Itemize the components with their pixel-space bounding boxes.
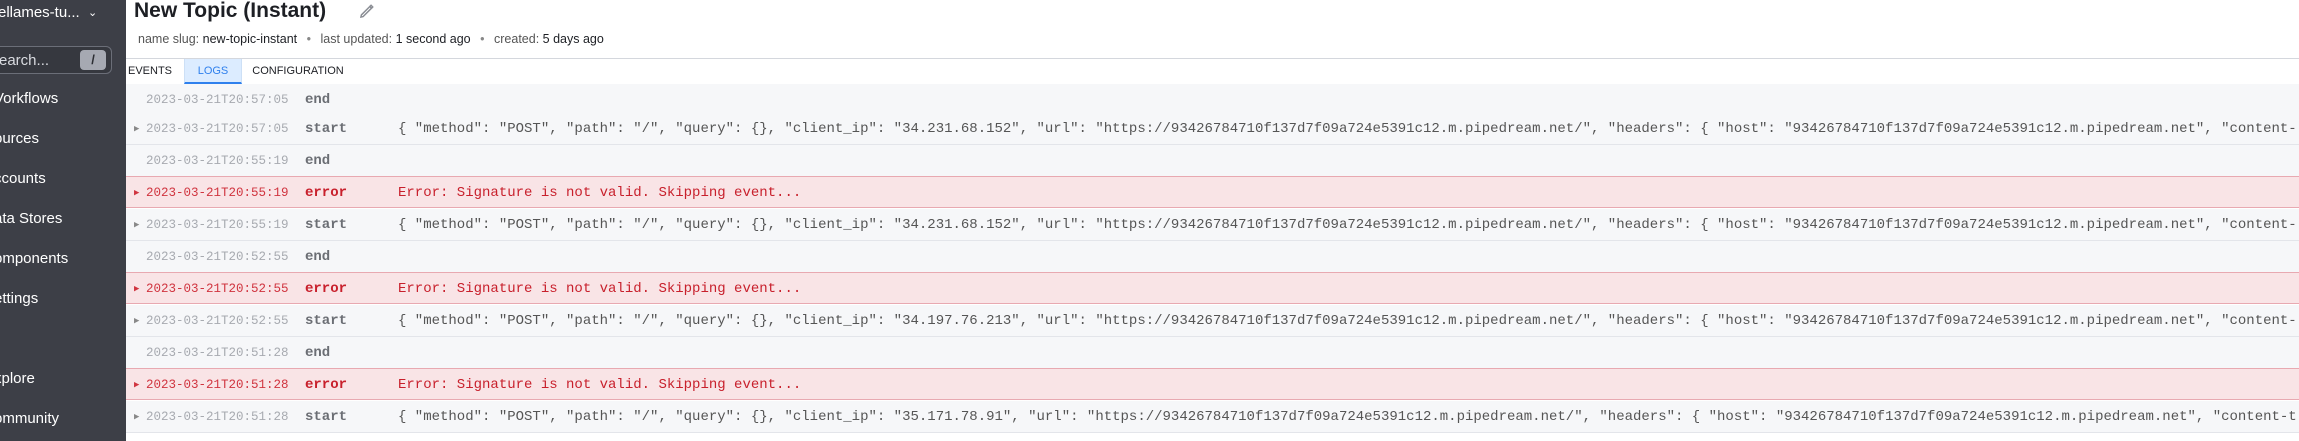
tab-configuration[interactable]: CONFIGURATION — [248, 59, 348, 84]
log-type: start — [305, 313, 348, 329]
log-message: Error: Signature is not valid. Skipping … — [398, 377, 802, 393]
sidebar-item-data-stores[interactable]: ata Stores — [0, 204, 126, 234]
log-timestamp: 2023-03-21T20:55:19 — [146, 218, 289, 232]
log-message: Error: Signature is not valid. Skipping … — [398, 281, 802, 297]
log-timestamp: 2023-03-21T20:52:55 — [146, 314, 289, 328]
log-row[interactable]: ▶ 2023-03-21T20:51:28 error Error: Signatur… — [126, 368, 2299, 400]
log-list: 2023-03-21T20:57:05 end ▶ 2023-03-21T20:57:… — [126, 84, 2299, 441]
log-timestamp: 2023-03-21T20:55:19 — [146, 154, 289, 168]
log-row[interactable]: ▶ 2023-03-21T20:55:19 error Error: Signatur… — [126, 176, 2299, 208]
main-content: New Topic (Instant) name slug: new-topic… — [126, 0, 2299, 441]
expand-caret-icon[interactable]: ▶ — [134, 177, 139, 209]
slug-label: name slug: — [138, 32, 200, 46]
sidebar-item-workflows[interactable]: Vorkflows — [0, 84, 126, 114]
expand-caret-icon[interactable]: ▶ — [134, 305, 139, 337]
sidebar-item-community[interactable]: ommunity — [0, 404, 126, 434]
log-timestamp: 2023-03-21T20:57:05 — [146, 93, 289, 107]
sidebar-item-label: ources — [0, 130, 40, 147]
log-message: { "method": "POST", "path": "/", "query"… — [398, 409, 2297, 425]
workspace-name: ellames-tu... — [0, 4, 80, 21]
log-type: start — [305, 409, 348, 425]
log-timestamp: 2023-03-21T20:52:55 — [146, 250, 289, 264]
log-timestamp: 2023-03-21T20:55:19 — [146, 186, 289, 200]
log-row[interactable]: ▶ 2023-03-21T20:52:55 start { "method": "PO… — [126, 305, 2299, 337]
log-timestamp: 2023-03-21T20:52:55 — [146, 282, 289, 296]
expand-caret-icon[interactable]: ▶ — [134, 273, 139, 305]
log-timestamp: 2023-03-21T20:51:28 — [146, 346, 289, 360]
sidebar-item-label: ata Stores — [0, 210, 63, 227]
tab-events[interactable]: EVENTS — [126, 59, 174, 84]
source-meta: name slug: new-topic-instant • last upda… — [138, 32, 604, 46]
log-type: error — [305, 185, 348, 201]
sidebar-item-label: ommunity — [0, 410, 60, 427]
log-row[interactable]: ▶ 2023-03-21T20:55:19 start { "method": "PO… — [126, 209, 2299, 241]
log-row: 2023-03-21T20:52:55 end — [126, 241, 2299, 273]
log-row[interactable]: ▶ 2023-03-21T20:51:28 start { "method": "PO… — [126, 401, 2299, 433]
expand-caret-icon[interactable]: ▶ — [134, 113, 139, 145]
sidebar-item-label: ettings — [0, 290, 39, 307]
log-row: 2023-03-21T20:55:19 end — [126, 145, 2299, 177]
created-label: created: — [494, 32, 540, 46]
expand-caret-icon[interactable]: ▶ — [134, 401, 139, 433]
sidebar-item-label: xplore — [0, 370, 35, 387]
meta-separator: • — [480, 32, 485, 46]
log-timestamp: 2023-03-21T20:57:05 — [146, 122, 289, 136]
log-row[interactable]: ▶ 2023-03-21T20:57:05 start { "method": "PO… — [126, 113, 2299, 145]
log-row[interactable]: ▶ 2023-03-21T20:52:55 error Error: Signatur… — [126, 272, 2299, 304]
log-type: error — [305, 377, 348, 393]
log-type: start — [305, 121, 348, 137]
log-timestamp: 2023-03-21T20:51:28 — [146, 410, 289, 424]
updated-label: last updated: — [320, 32, 393, 46]
log-message: { "method": "POST", "path": "/", "query"… — [398, 217, 2297, 233]
log-type: error — [305, 281, 348, 297]
sidebar-item-explore[interactable]: xplore — [0, 364, 126, 394]
tab-bar: EVENTS LOGS CONFIGURATION — [126, 58, 2299, 85]
slug-value: new-topic-instant — [202, 32, 298, 46]
sidebar-item-accounts[interactable]: ccounts — [0, 164, 126, 194]
log-message: Error: Signature is not valid. Skipping … — [398, 185, 802, 201]
page-title: New Topic (Instant) — [134, 0, 327, 22]
log-type: start — [305, 217, 348, 233]
sidebar-item-sources[interactable]: ources — [0, 124, 126, 154]
log-type: end — [305, 92, 331, 108]
log-type: end — [305, 153, 331, 169]
log-row: 2023-03-21T20:51:28 end — [126, 337, 2299, 369]
log-row: 2023-03-21T20:57:05 end — [126, 84, 2299, 116]
pencil-icon[interactable] — [358, 2, 376, 20]
tab-logs[interactable]: LOGS — [184, 59, 242, 84]
log-message: { "method": "POST", "path": "/", "query"… — [398, 313, 2297, 329]
sidebar-item-label: ccounts — [0, 170, 46, 187]
log-type: end — [305, 249, 331, 265]
sidebar-item-components[interactable]: omponents — [0, 244, 126, 274]
log-type: end — [305, 345, 331, 361]
log-message: { "method": "POST", "path": "/", "query"… — [398, 121, 2297, 137]
log-timestamp: 2023-03-21T20:51:28 — [146, 378, 289, 392]
chevron-down-icon: ⌄ — [88, 7, 98, 19]
expand-caret-icon[interactable]: ▶ — [134, 369, 139, 401]
search-input[interactable] — [0, 47, 69, 73]
sidebar-item-settings[interactable]: ettings — [0, 284, 126, 314]
search-box[interactable]: / — [0, 46, 112, 74]
workspace-switcher[interactable]: ellames-tu... ⌄ — [0, 0, 126, 26]
meta-separator: • — [306, 32, 312, 46]
sidebar-item-label: Vorkflows — [0, 90, 59, 107]
created-value: 5 days ago — [542, 32, 604, 46]
expand-caret-icon[interactable]: ▶ — [134, 209, 139, 241]
sidebar: ellames-tu... ⌄ / Vorkflows ources ccoun… — [0, 0, 126, 441]
updated-value: 1 second ago — [395, 32, 471, 46]
search-shortcut-key: / — [80, 50, 106, 70]
sidebar-item-label: omponents — [0, 250, 69, 267]
